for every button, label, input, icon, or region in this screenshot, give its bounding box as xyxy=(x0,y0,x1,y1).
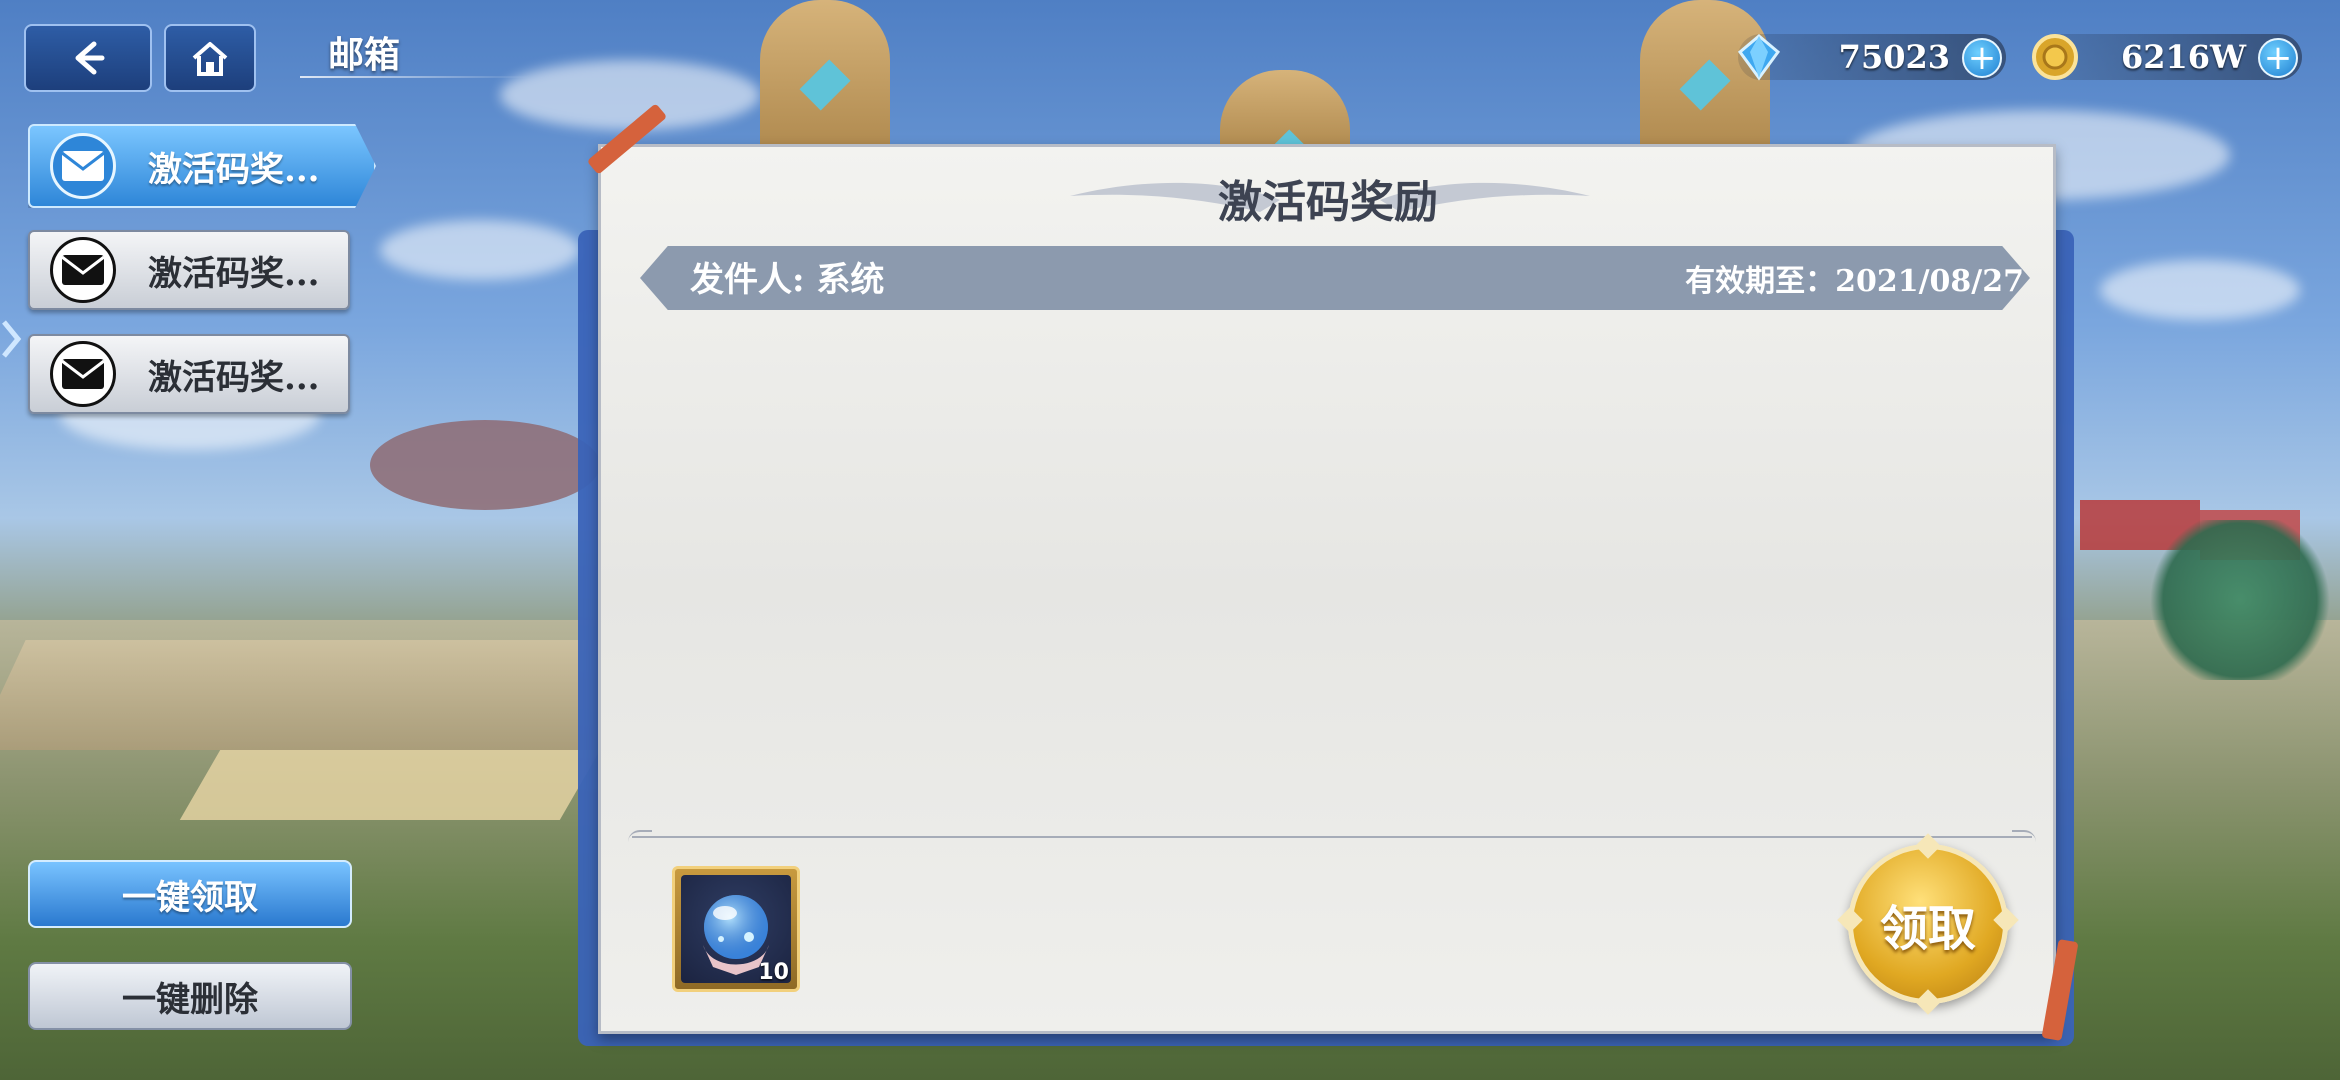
mail-title: 激活码奖励 xyxy=(1218,177,1438,228)
mail-sender: 发件人: 系统 xyxy=(690,260,885,300)
mail-list-item[interactable]: 激活码奖... xyxy=(28,230,350,310)
reward-divider xyxy=(628,830,2036,838)
envelope-icon xyxy=(50,341,116,407)
envelope-icon xyxy=(50,237,116,303)
mail-list-item-label: 激活码奖... xyxy=(148,357,320,398)
claim-all-button[interactable]: 一键领取 xyxy=(28,860,352,928)
reward-item[interactable]: 10 xyxy=(672,866,800,992)
collect-button-label: 领取 xyxy=(1879,901,1976,957)
side-expand-arrow-icon[interactable] xyxy=(0,314,24,364)
mail-body xyxy=(640,330,2020,810)
collect-button[interactable]: 领取 xyxy=(1837,833,2019,1015)
mail-expiry: 有效期至：2021/08/27 xyxy=(1685,264,2024,299)
diamond-amount: 75023 xyxy=(1838,38,1950,76)
home-button[interactable] xyxy=(164,24,256,92)
currency-gold: 6216W + xyxy=(2032,34,2302,80)
back-button[interactable] xyxy=(24,24,152,92)
back-arrow-icon xyxy=(75,41,105,75)
delete-all-button[interactable]: 一键删除 xyxy=(28,962,352,1030)
page-title: 邮箱 xyxy=(328,34,401,76)
gold-amount: 6216W xyxy=(2121,38,2246,76)
envelope-icon xyxy=(50,133,116,199)
add-diamonds-button[interactable]: + xyxy=(1962,38,2002,78)
home-icon xyxy=(192,42,228,76)
title-underline xyxy=(300,76,530,78)
mail-list-item-label: 激活码奖... xyxy=(148,149,320,190)
mail-list-item[interactable]: 激活码奖... xyxy=(28,124,376,208)
mail-list-item-label: 激活码奖... xyxy=(148,253,320,294)
reward-count: 10 xyxy=(758,960,789,985)
mail-list-item[interactable]: 激活码奖... xyxy=(28,334,350,414)
add-gold-button[interactable]: + xyxy=(2258,38,2298,78)
gold-coin-icon xyxy=(2032,34,2078,80)
currency-diamonds: 75023 + xyxy=(1737,34,2006,81)
diamond-icon xyxy=(1737,34,1781,81)
